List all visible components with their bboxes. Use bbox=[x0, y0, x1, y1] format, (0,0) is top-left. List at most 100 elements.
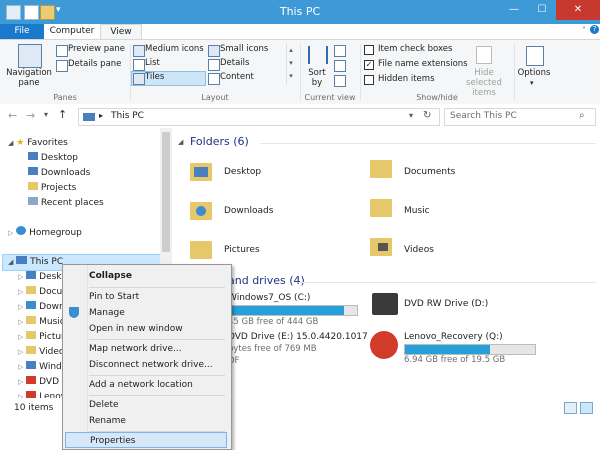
content-option[interactable]: Content bbox=[220, 72, 254, 82]
explorer-app-icon[interactable] bbox=[6, 5, 21, 20]
folder-documents[interactable]: Documents bbox=[404, 167, 455, 177]
address-dropdown-icon[interactable]: ▾ bbox=[409, 111, 413, 120]
nav-item-this-pc-2[interactable]: ▷ Downl bbox=[18, 300, 67, 315]
nav-item-desktop[interactable]: Desktop bbox=[28, 151, 78, 166]
forward-arrow-icon[interactable]: → bbox=[26, 109, 35, 122]
tab-file[interactable]: File bbox=[0, 24, 44, 39]
small-icons-option[interactable]: Small icons bbox=[220, 44, 268, 54]
size-columns-icon[interactable] bbox=[334, 75, 346, 87]
tiles-option[interactable]: Tiles bbox=[145, 72, 164, 82]
search-icon[interactable]: ⌕ bbox=[579, 110, 585, 121]
collapsed-icon[interactable]: ▷ bbox=[18, 303, 23, 311]
minimize-button[interactable]: — bbox=[500, 0, 528, 20]
search-box[interactable]: Search This PC ⌕ bbox=[444, 108, 596, 126]
group-by-icon[interactable] bbox=[334, 45, 346, 57]
collapsed-icon[interactable]: ▷ bbox=[18, 273, 23, 281]
menu-pin-to-start[interactable]: Pin to Start bbox=[65, 289, 227, 305]
add-columns-icon[interactable] bbox=[334, 60, 346, 72]
nav-item-projects[interactable]: Projects bbox=[28, 181, 76, 196]
folders-expand-icon[interactable]: ◢ bbox=[178, 138, 183, 146]
folders-header[interactable]: Folders (6) bbox=[190, 135, 249, 148]
this-pc-node[interactable]: ◢ This PC bbox=[8, 255, 63, 270]
favorites-node[interactable]: ◢ ★ Favorites bbox=[8, 136, 68, 151]
menu-collapse[interactable]: Collapse bbox=[65, 268, 227, 284]
new-folder-quick-icon[interactable] bbox=[40, 5, 55, 20]
expanded-icon[interactable]: ◢ bbox=[8, 258, 13, 266]
drive-q-name[interactable]: Lenovo_Recovery (Q:) bbox=[404, 332, 503, 342]
context-menu[interactable]: Collapse Pin to Start Manage Open in new… bbox=[62, 264, 232, 450]
layout-gallery-scroll[interactable]: ▴ ▾ ▾ bbox=[286, 44, 295, 84]
folder-music[interactable]: Music bbox=[404, 206, 430, 216]
group-separator bbox=[300, 44, 301, 100]
back-arrow-icon[interactable]: ← bbox=[8, 109, 17, 122]
drive-e-name[interactable]: DVD Drive (E:) 15.0.4420.1017 bbox=[228, 332, 368, 342]
file-name-extensions-checkbox[interactable]: ✓ bbox=[364, 60, 374, 70]
refresh-icon[interactable]: ↻ bbox=[423, 110, 431, 121]
drives-header[interactable]: and drives (4) bbox=[228, 274, 305, 287]
collapse-ribbon-icon[interactable]: ˄ bbox=[582, 26, 586, 35]
navigation-pane-icon[interactable] bbox=[18, 44, 42, 68]
menu-rename[interactable]: Rename bbox=[65, 413, 227, 429]
menu-disconnect-network-drive[interactable]: Disconnect network drive... bbox=[65, 357, 227, 373]
properties-quick-icon[interactable] bbox=[24, 5, 39, 20]
quick-access-dropdown-icon[interactable]: ▾ bbox=[56, 5, 61, 15]
search-input[interactable]: Search This PC bbox=[450, 111, 517, 121]
up-arrow-icon[interactable]: ↑ bbox=[58, 108, 67, 121]
nav-scroll-thumb[interactable] bbox=[162, 132, 170, 252]
tab-view[interactable]: View bbox=[100, 24, 142, 40]
address-bar[interactable]: ▸ This PC ▾ ↻ bbox=[78, 108, 440, 126]
folder-pictures[interactable]: Pictures bbox=[224, 245, 260, 255]
breadcrumb-this-pc[interactable]: This PC bbox=[111, 111, 144, 121]
maximize-button[interactable]: ☐ bbox=[528, 0, 556, 20]
options-dropdown-icon[interactable]: ▾ bbox=[530, 79, 534, 87]
collapsed-icon[interactable]: ▷ bbox=[8, 229, 13, 237]
close-button[interactable]: ✕ bbox=[556, 0, 600, 20]
file-name-extensions-label: File name extensions bbox=[378, 59, 468, 69]
hidden-items-checkbox[interactable] bbox=[364, 75, 374, 85]
breadcrumb-separator[interactable]: ▸ bbox=[99, 111, 103, 120]
large-icons-view-icon[interactable] bbox=[580, 402, 593, 414]
collapsed-icon[interactable]: ▷ bbox=[18, 333, 23, 341]
tab-computer[interactable]: Computer bbox=[46, 24, 98, 39]
title-bar[interactable]: This PC ▾ — ☐ ✕ bbox=[0, 0, 600, 24]
menu-properties[interactable]: Properties bbox=[65, 432, 227, 448]
menu-delete[interactable]: Delete bbox=[65, 397, 227, 413]
collapsed-icon[interactable]: ▷ bbox=[18, 318, 23, 326]
content-pane[interactable]: ◢ Folders (6) Desktop Documents Download… bbox=[172, 128, 600, 398]
folder-downloads[interactable]: Downloads bbox=[224, 206, 273, 216]
folder-desktop[interactable]: Desktop bbox=[224, 167, 261, 177]
expanded-icon[interactable]: ◢ bbox=[8, 139, 13, 147]
details-option[interactable]: Details bbox=[220, 58, 249, 68]
preview-pane-button[interactable]: Preview pane bbox=[68, 44, 125, 54]
menu-map-network-drive[interactable]: Map network drive... bbox=[65, 341, 227, 357]
nav-item-recent-places[interactable]: Recent places bbox=[28, 196, 104, 211]
collapsed-icon[interactable]: ▷ bbox=[18, 363, 23, 371]
menu-add-network-location[interactable]: Add a network location bbox=[65, 377, 227, 393]
help-icon[interactable]: ? bbox=[590, 25, 599, 34]
nav-item-this-pc-3[interactable]: ▷ Music bbox=[18, 315, 65, 330]
medium-icons-option[interactable]: Medium icons bbox=[145, 44, 204, 54]
sort-by-icon[interactable] bbox=[308, 46, 328, 64]
list-option[interactable]: List bbox=[145, 58, 160, 68]
collapsed-icon[interactable]: ▷ bbox=[18, 348, 23, 356]
folder-videos[interactable]: Videos bbox=[404, 245, 434, 255]
menu-open-new-window[interactable]: Open in new window bbox=[65, 321, 227, 337]
sort-by-button[interactable]: Sort by bbox=[306, 68, 328, 88]
nav-item-this-pc-4[interactable]: ▷ Pictur bbox=[18, 330, 65, 345]
options-icon[interactable] bbox=[526, 46, 544, 66]
menu-manage[interactable]: Manage bbox=[65, 305, 227, 321]
homegroup-node[interactable]: ▷ Homegroup bbox=[8, 226, 82, 241]
options-button[interactable]: Options bbox=[516, 68, 552, 78]
nav-item-downloads[interactable]: Downloads bbox=[28, 166, 90, 181]
navigation-pane-button[interactable]: Navigation pane bbox=[6, 68, 52, 88]
folder-icon bbox=[28, 182, 38, 190]
details-view-icon[interactable] bbox=[564, 402, 577, 414]
drive-d-name[interactable]: DVD RW Drive (D:) bbox=[404, 299, 488, 309]
drive-c-name[interactable]: Windows7_OS (C:) bbox=[228, 293, 310, 303]
collapsed-icon[interactable]: ▷ bbox=[18, 378, 23, 386]
nav-item-this-pc-6[interactable]: ▷ Windo bbox=[18, 360, 67, 375]
recent-locations-icon[interactable]: ▾ bbox=[44, 110, 48, 119]
details-pane-button[interactable]: Details pane bbox=[68, 59, 121, 69]
item-check-boxes-checkbox[interactable] bbox=[364, 45, 374, 55]
collapsed-icon[interactable]: ▷ bbox=[18, 288, 23, 296]
